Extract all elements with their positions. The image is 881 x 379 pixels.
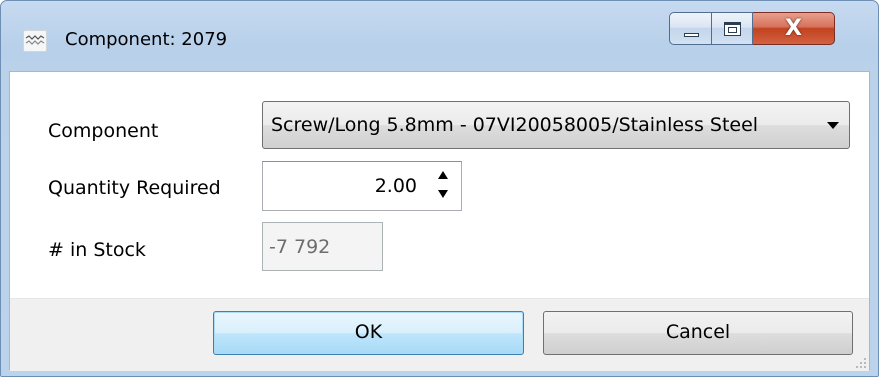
minimize-icon (684, 33, 699, 37)
quantity-label: Quantity Required (48, 177, 221, 199)
quantity-value[interactable]: 2.00 (375, 174, 417, 198)
component-selected-value: Screw/Long 5.8mm - 07VI20058005/Stainles… (271, 114, 759, 136)
ok-button[interactable]: OK (213, 311, 524, 355)
title-bar[interactable]: Component: 2079 X (1, 1, 878, 71)
minimize-button[interactable] (669, 12, 712, 45)
close-button[interactable]: X (753, 12, 835, 45)
cancel-button[interactable]: Cancel (543, 311, 853, 355)
stock-label: # in Stock (48, 239, 146, 261)
maximize-button[interactable] (712, 12, 753, 45)
stock-value: -7 792 (269, 236, 331, 258)
spin-up-icon[interactable] (438, 171, 448, 179)
button-bar: OK Cancel (10, 298, 869, 371)
dialog-window: Component: 2079 X Component Screw/Long 5… (0, 0, 879, 377)
resize-grip-icon[interactable] (852, 354, 866, 368)
stock-field: -7 792 (262, 222, 383, 271)
chevron-down-icon[interactable] (827, 122, 839, 129)
window-title: Component: 2079 (65, 29, 228, 50)
close-icon: X (785, 16, 802, 41)
component-label: Component (48, 120, 159, 142)
maximize-icon (724, 22, 741, 36)
caption-buttons: X (669, 12, 835, 47)
component-dropdown[interactable]: Screw/Long 5.8mm - 07VI20058005/Stainles… (262, 101, 850, 149)
app-logo-icon[interactable] (23, 30, 47, 52)
spin-down-icon[interactable] (438, 190, 448, 198)
quantity-stepper[interactable]: 2.00 (262, 161, 462, 211)
dialog-content: Component Screw/Long 5.8mm - 07VI2005800… (9, 71, 870, 371)
